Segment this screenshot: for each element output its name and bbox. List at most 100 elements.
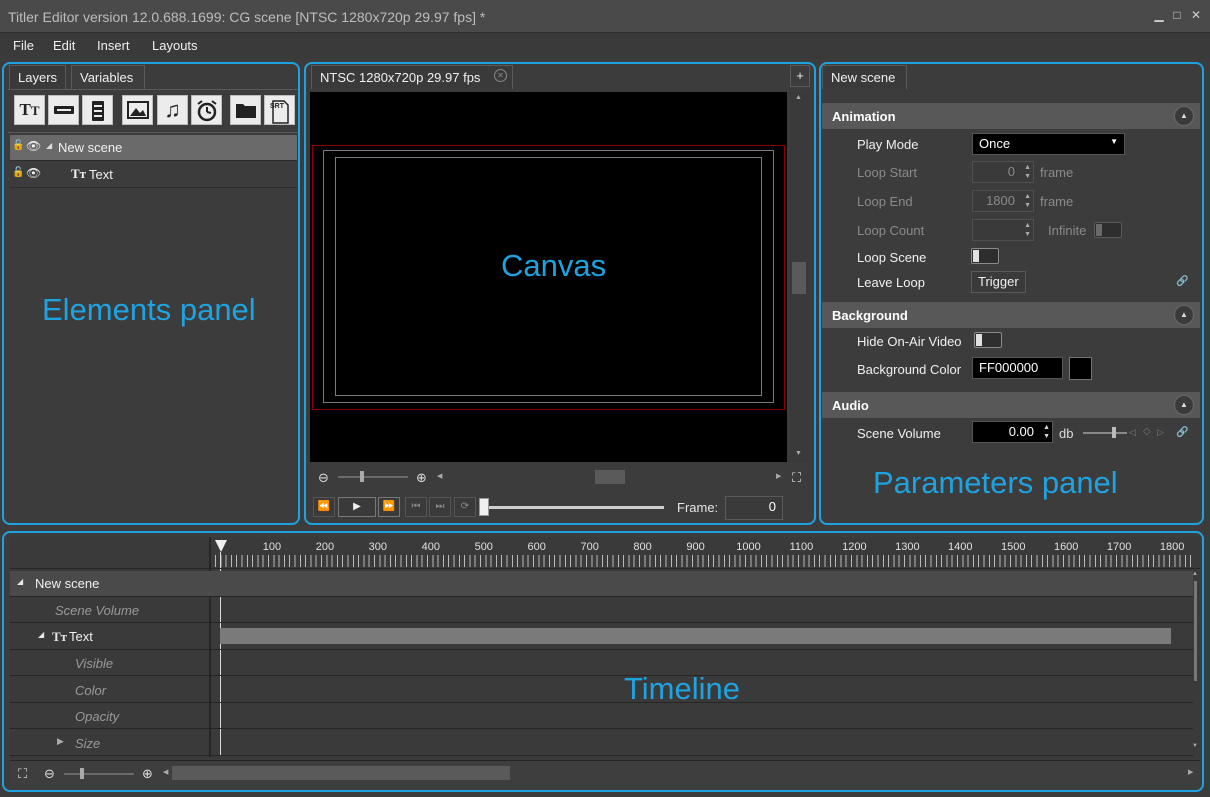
layer-row-scene[interactable]: 🔓 👁 ◢ New scene [10,135,297,161]
timeline-row-text[interactable]: ◢ Tт Text [10,624,1193,650]
srt-tool-button[interactable]: SRT [264,95,295,125]
collapse-icon[interactable]: ▲ [1174,395,1194,415]
scroll-right-icon[interactable]: ▶ [776,472,781,480]
text-tool-button[interactable]: TT [14,95,45,125]
timeline-row-scene[interactable]: ◢ New scene [10,571,1193,597]
scroll-up-icon[interactable]: ▲ [1192,571,1198,577]
fit-to-screen-icon[interactable]: ⛶ [792,470,801,486]
menu-insert[interactable]: Insert [97,38,130,53]
minimize-icon[interactable]: ▁ [1152,8,1166,22]
loop-scene-toggle[interactable] [971,248,999,264]
play-mode-select[interactable]: Once ▼ [972,133,1125,155]
loop-count-input[interactable]: ▲ ▼ [972,219,1034,241]
scroll-down-icon[interactable]: ▼ [1192,743,1198,749]
menu-edit[interactable]: Edit [53,38,75,53]
expand-arrow-icon[interactable]: ▶ [57,736,64,747]
timeline-ruler[interactable] [215,555,1195,567]
lock-icon[interactable]: 🔓 [12,167,24,178]
menu-file[interactable]: File [13,38,34,53]
spinner-icon[interactable]: ▲ ▼ [1043,423,1050,441]
image-tool-button[interactable] [122,95,153,125]
scroll-down-icon[interactable]: ▼ [795,450,802,457]
timeline-row-opacity[interactable]: Opacity [10,703,1193,729]
volume-slider[interactable] [1083,432,1127,434]
timeline-row-scene-volume[interactable]: Scene Volume [10,597,1193,623]
timeline-horizontal-scroll-thumb[interactable] [172,766,510,780]
eye-icon[interactable]: 👁 [26,139,41,153]
audio-section-header[interactable]: Audio ▲ [822,392,1200,418]
expand-triangle-icon[interactable]: ◢ [46,141,52,150]
timeline-zoom-knob[interactable] [80,768,84,779]
scroll-thumb[interactable] [792,262,806,294]
expand-triangle-icon[interactable]: ◢ [17,577,23,586]
rewind-button[interactable]: ⏪ [313,497,335,517]
scroll-up-icon[interactable]: ▲ [795,94,802,101]
fit-timeline-icon[interactable]: ⛶ [18,766,27,782]
close-icon[interactable]: ✕ [1189,8,1203,22]
timeline-zoom-in-icon[interactable]: ⊕ [142,766,153,782]
timeline-row-visible[interactable]: Visible [10,650,1193,676]
timeline-row-color[interactable]: Color [10,677,1193,703]
canvas-horizontal-scroll-thumb[interactable] [595,470,625,484]
previous-frame-button[interactable]: ⏮ [405,497,427,517]
add-key-icon[interactable]: ◇ [1143,426,1151,437]
canvas-vertical-scrollbar[interactable]: ▲ ▼ [790,92,808,462]
trigger-button[interactable]: Trigger [971,271,1026,293]
layer-row-text[interactable]: 🔓 👁 Tт Text [10,162,297,188]
eye-icon[interactable]: 👁 [26,166,41,180]
fast-forward-button[interactable]: ⏩ [378,497,400,517]
tab-canvas[interactable]: NTSC 1280x720p 29.97 fps ✕ [311,65,513,89]
tab-new-scene[interactable]: New scene [822,65,907,89]
roll-tool-button[interactable] [82,95,113,125]
bg-color-input[interactable]: FF000000 [972,357,1063,379]
prev-key-icon[interactable]: ◁ [1129,427,1136,438]
playhead-marker-icon[interactable] [215,540,227,552]
open-folder-button[interactable] [230,95,261,125]
zoom-out-icon[interactable]: ⊖ [318,470,329,486]
loop-start-input[interactable]: 0 ▲ ▼ [972,161,1034,183]
scroll-track[interactable] [1194,581,1197,681]
color-swatch[interactable] [1069,357,1092,380]
zoom-slider-knob[interactable] [360,471,364,482]
loop-button[interactable]: ⟳ [454,497,476,517]
playhead-slider[interactable] [482,506,664,509]
audio-tool-button[interactable]: ♫ [157,95,188,125]
expand-triangle-icon[interactable]: ◢ [38,630,44,639]
ticker-tool-button[interactable] [48,95,79,125]
spinner-icon[interactable]: ▲ ▼ [1024,192,1031,210]
zoom-in-icon[interactable]: ⊕ [416,470,427,486]
timeline-vertical-scrollbar[interactable]: ▲ ▼ [1192,571,1199,756]
link-icon[interactable]: 🔗 [1176,276,1188,287]
next-frame-button[interactable]: ⏭ [429,497,451,517]
scroll-left-icon[interactable]: ◀ [163,768,168,776]
collapse-icon[interactable]: ▲ [1174,106,1194,126]
hide-video-toggle[interactable] [974,332,1002,348]
volume-slider-knob[interactable] [1112,427,1116,438]
collapse-icon[interactable]: ▲ [1174,305,1194,325]
loop-end-input[interactable]: 1800 ▲ ▼ [972,190,1034,212]
next-key-icon[interactable]: ▷ [1157,427,1164,438]
clock-tool-button[interactable] [191,95,222,125]
timeline-row-size[interactable]: ▶ Size [10,730,1193,756]
playhead-slider-knob[interactable] [479,498,489,516]
tab-layers[interactable]: Layers [9,65,66,89]
text-layer-clip[interactable] [220,628,1171,644]
lock-icon[interactable]: 🔓 [12,140,24,151]
animation-section-header[interactable]: Animation ▲ [822,103,1200,129]
frame-input[interactable]: 0 [725,496,783,520]
spinner-icon[interactable]: ▲ ▼ [1024,163,1031,181]
play-button[interactable]: ▶ [338,497,376,517]
link-icon[interactable]: 🔗 [1176,427,1188,438]
background-section-header[interactable]: Background ▲ [822,302,1200,328]
close-tab-icon[interactable]: ✕ [494,69,507,82]
scroll-right-icon[interactable]: ▶ [1188,768,1193,776]
spinner-icon[interactable]: ▲ ▼ [1024,221,1031,239]
zoom-slider[interactable] [338,476,408,478]
add-tab-button[interactable]: + [790,65,810,87]
timeline-zoom-slider[interactable] [64,773,134,775]
infinite-toggle[interactable] [1094,222,1122,238]
tab-variables[interactable]: Variables [71,65,145,89]
menu-layouts[interactable]: Layouts [152,38,198,53]
timeline-zoom-out-icon[interactable]: ⊖ [44,766,55,782]
scene-volume-input[interactable]: 0.00 ▲ ▼ [972,421,1053,443]
